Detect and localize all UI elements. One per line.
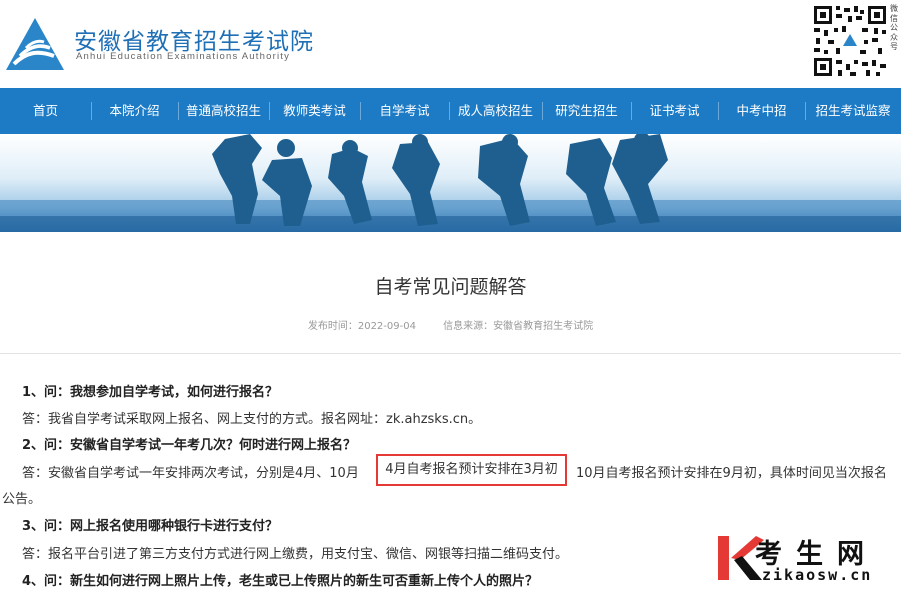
nav-item-high-school-entrance[interactable]: 中考中招 bbox=[718, 88, 805, 134]
question-2: 2、问：安徽省自学考试一年考几次？何时进行网上报名？ bbox=[22, 438, 357, 453]
nav-item-exam-supervision[interactable]: 招生考试监察 bbox=[805, 88, 901, 134]
nav-item-about[interactable]: 本院介绍 bbox=[90, 88, 178, 134]
qr-code-icon bbox=[812, 4, 888, 78]
question-1: 1、问：我想参加自学考试，如何进行报名？ bbox=[22, 385, 279, 400]
qr-label: 微信公众号 bbox=[890, 4, 898, 51]
site-header: 安徽省教育招生考试院 Anhui Education Examinations … bbox=[0, 0, 901, 88]
hero-banner bbox=[0, 134, 901, 232]
question-3: 3、问：网上报名使用哪种银行卡进行支付？ bbox=[22, 519, 279, 534]
answer-2-part3: 公告。 bbox=[2, 492, 42, 507]
watermark-url: zikaosw.cn bbox=[762, 566, 873, 584]
nav-item-home[interactable]: 首页 bbox=[0, 88, 91, 134]
answer-2-part2: 10月自考报名预计安排在9月初，具体时间见当次报名 bbox=[576, 466, 887, 481]
divider bbox=[0, 353, 901, 354]
article-meta: 发布时间：2022-09-04 信息来源：安徽省教育招生考试院 bbox=[0, 317, 901, 332]
answer-2-part1: 答：安徽省自学考试一年安排两次考试，分别是4月、10月 bbox=[22, 466, 359, 481]
nav-item-certificate-exam[interactable]: 证书考试 bbox=[630, 88, 718, 134]
highlighted-answer: 4月自考报名预计安排在3月初 bbox=[376, 454, 567, 486]
site-subtitle: Anhui Education Examinations Authority bbox=[76, 51, 291, 62]
publish-time: 发布时间：2022-09-04 bbox=[307, 321, 416, 332]
article-title: 自考常见问题解答 bbox=[374, 276, 527, 298]
graduates-banner-image bbox=[0, 134, 901, 232]
answer-1: 答：我省自学考试采取网上报名、网上支付的方式。报名网址：zk.ahzsks.cn… bbox=[22, 412, 482, 427]
nav-item-college-admission[interactable]: 普通高校招生 bbox=[178, 88, 269, 134]
logo-icon[interactable] bbox=[4, 16, 66, 72]
nav-item-self-study-exam[interactable]: 自学考试 bbox=[359, 88, 449, 134]
question-4: 4、问：新生如何进行网上照片上传，老生或已上传照片的新生可否重新上传个人的照片？ bbox=[22, 574, 539, 589]
nav-item-teacher-exam[interactable]: 教师类考试 bbox=[269, 88, 360, 134]
article-source: 信息来源：安徽省教育招生考试院 bbox=[443, 321, 594, 332]
nav-item-adult-college[interactable]: 成人高校招生 bbox=[449, 88, 542, 134]
answer-3: 答：报名平台引进了第三方支付方式进行网上缴费，用支付宝、微信、网银等扫描二维码支… bbox=[22, 547, 569, 562]
nav-item-graduate[interactable]: 研究生招生 bbox=[541, 88, 631, 134]
main-nav: 首页 本院介绍 普通高校招生 教师类考试 自学考试 成人高校招生 研究生招生 证… bbox=[0, 88, 901, 134]
